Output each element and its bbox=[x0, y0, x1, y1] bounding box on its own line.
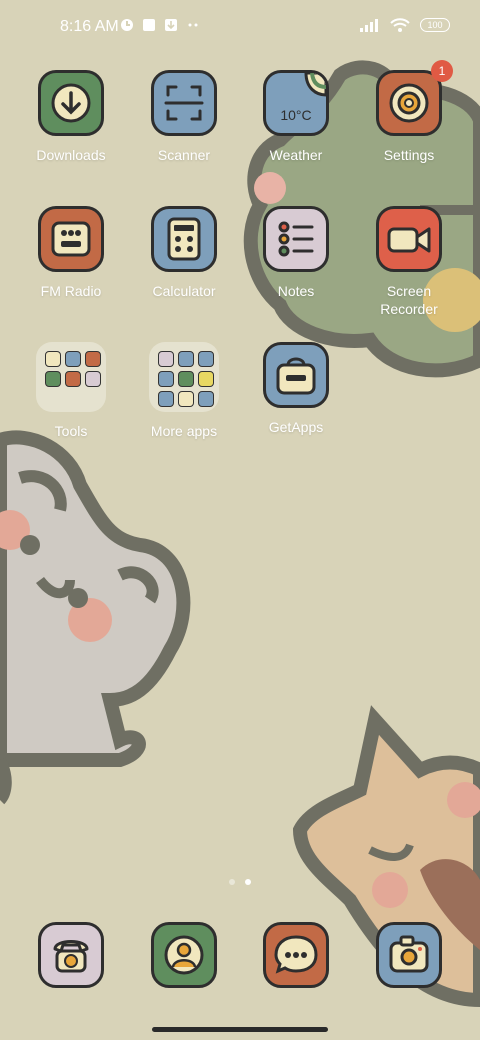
dock-phone[interactable] bbox=[15, 922, 127, 988]
dock-contacts[interactable] bbox=[128, 922, 240, 988]
app-label: Screen Recorder bbox=[353, 282, 465, 318]
mini-app-icon bbox=[65, 351, 81, 367]
app-downloads[interactable]: Downloads bbox=[15, 70, 127, 164]
folder-grid bbox=[149, 342, 219, 412]
home-indicator[interactable] bbox=[152, 1027, 328, 1032]
mini-app-icon bbox=[85, 371, 101, 387]
mini-app-icon bbox=[178, 391, 194, 407]
mini-app-icon bbox=[198, 391, 214, 407]
mini-app-icon bbox=[158, 391, 174, 407]
mini-app-icon bbox=[85, 351, 101, 367]
app-screen-recorder[interactable]: Screen Recorder bbox=[353, 206, 465, 318]
app-settings[interactable]: 1 Settings bbox=[353, 60, 465, 164]
scan-frame-icon bbox=[151, 70, 217, 136]
folder-more-apps[interactable]: More apps bbox=[128, 342, 240, 440]
app-fm-radio[interactable]: FM Radio bbox=[15, 206, 127, 300]
dock-camera[interactable] bbox=[353, 922, 465, 988]
mouse-illustration bbox=[0, 430, 191, 805]
status-system-icons: 100 bbox=[360, 18, 450, 32]
app-label: Downloads bbox=[36, 147, 106, 163]
app-weather[interactable]: 10°C Weather bbox=[240, 70, 352, 164]
app-label-line2: Recorder bbox=[380, 301, 438, 317]
clock-icon bbox=[121, 19, 133, 31]
mini-app-icon bbox=[198, 371, 214, 387]
notification-badge: 1 bbox=[431, 60, 453, 82]
app-label: Tools bbox=[54, 423, 88, 439]
mini-app-icon bbox=[45, 371, 61, 387]
more-dots-icon bbox=[188, 23, 198, 27]
folder-grid bbox=[36, 342, 106, 412]
weather-temperature: 10°C bbox=[280, 107, 312, 123]
app-label: Notes bbox=[277, 283, 315, 299]
telephone-icon bbox=[38, 922, 104, 988]
page-dot[interactable] bbox=[229, 879, 235, 885]
signal-icon bbox=[360, 19, 378, 32]
app-getapps[interactable]: GetApps bbox=[240, 342, 352, 436]
mini-app-icon bbox=[178, 351, 194, 367]
message-bubble-icon bbox=[263, 922, 329, 988]
app-label: Scanner bbox=[157, 147, 211, 163]
download-box-icon bbox=[165, 19, 177, 31]
mini-app-icon bbox=[158, 371, 174, 387]
weather-icon: 10°C bbox=[263, 70, 329, 136]
mini-app-icon bbox=[158, 351, 174, 367]
app-label: FM Radio bbox=[40, 283, 102, 299]
mini-app-icon bbox=[65, 371, 81, 387]
status-bar: 8:16 AM 100 bbox=[0, 0, 480, 56]
calculator-icon bbox=[151, 206, 217, 272]
status-time: 8:16 AM bbox=[60, 18, 119, 35]
page-dot-active[interactable] bbox=[245, 879, 251, 885]
app-label: More apps bbox=[150, 423, 218, 439]
wifi-icon bbox=[390, 18, 410, 32]
folder-tools[interactable]: Tools bbox=[15, 342, 127, 440]
camera-icon bbox=[376, 922, 442, 988]
video-camera-icon bbox=[376, 206, 442, 272]
mini-app-icon bbox=[198, 351, 214, 367]
download-arrow-icon bbox=[38, 70, 104, 136]
app-label: Calculator bbox=[152, 283, 216, 299]
battery-icon: 100 bbox=[420, 18, 450, 32]
contact-icon bbox=[151, 922, 217, 988]
app-label: GetApps bbox=[268, 419, 324, 435]
app-label-line1: Screen bbox=[386, 283, 432, 299]
gear-icon bbox=[376, 70, 442, 136]
list-icon bbox=[263, 206, 329, 272]
notification-square-icon bbox=[143, 19, 155, 31]
app-label: Settings bbox=[383, 147, 435, 163]
mini-app-icon bbox=[178, 371, 194, 387]
radio-icon bbox=[38, 206, 104, 272]
status-notification-icons bbox=[120, 18, 200, 32]
app-label: Weather bbox=[269, 147, 323, 163]
dock-messages[interactable] bbox=[240, 922, 352, 988]
page-indicator bbox=[229, 879, 251, 885]
app-calculator[interactable]: Calculator bbox=[128, 206, 240, 300]
mini-app-icon bbox=[45, 351, 61, 367]
app-scanner[interactable]: Scanner bbox=[128, 70, 240, 164]
shopping-bag-icon bbox=[263, 342, 329, 408]
app-notes[interactable]: Notes bbox=[240, 206, 352, 300]
